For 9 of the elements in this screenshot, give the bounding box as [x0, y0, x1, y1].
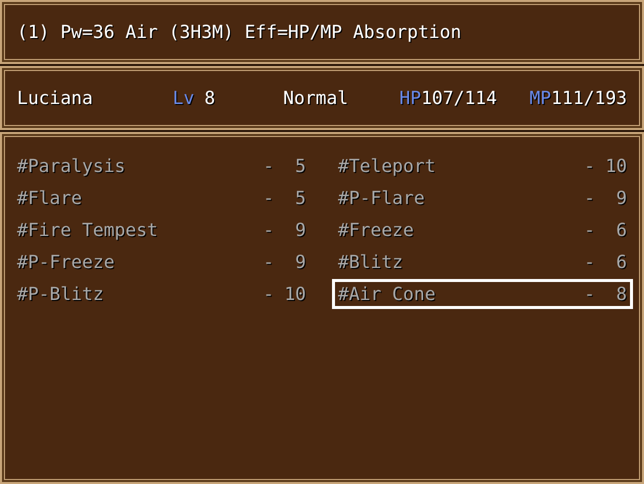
level-value: 8 — [204, 86, 216, 110]
hp-value: 107/114 — [421, 86, 498, 110]
help-text: (1) Pw=36 Air (3H3M) Eff=HP/MP Absorption — [17, 20, 462, 44]
mp-label: MP — [529, 86, 552, 110]
level-label: Lv — [172, 86, 194, 110]
hp-label: HP — [399, 86, 422, 110]
condition-text: Normal — [283, 86, 350, 110]
mp-value: 111/193 — [551, 86, 627, 110]
character-name: Luciana — [17, 86, 94, 110]
